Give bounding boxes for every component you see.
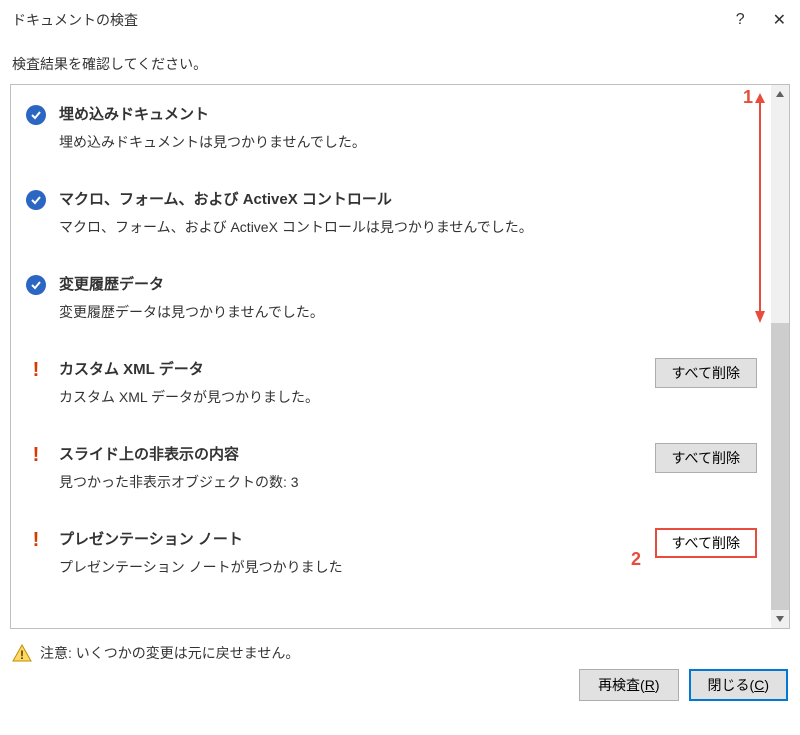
item-title: スライド上の非表示の内容 <box>59 443 625 464</box>
footer-buttons-row: 再検査(R) 閉じる(C) <box>0 663 800 701</box>
item-desc: 変更履歴データは見つかりませんでした。 <box>59 302 625 322</box>
item-title: 埋め込みドキュメント <box>59 103 625 124</box>
item-content: カスタム XML データ カスタム XML データが見つかりました。 <box>59 358 625 407</box>
item-action: すべて削除 <box>637 358 757 388</box>
svg-text:!: ! <box>20 648 24 662</box>
scroll-up-icon[interactable] <box>771 85 789 103</box>
warning-triangle-icon: ! <box>12 644 32 662</box>
item-title: マクロ、フォーム、および ActiveX コントロール <box>59 188 625 209</box>
item-content: 変更履歴データ 変更履歴データは見つかりませんでした。 <box>59 273 625 322</box>
item-action: すべて削除 <box>637 528 757 558</box>
remove-all-button[interactable]: すべて削除 <box>655 528 757 558</box>
annotation-marker: 2 <box>631 549 641 570</box>
warning-icon: ! <box>33 530 40 550</box>
item-desc: カスタム XML データが見つかりました。 <box>59 387 625 407</box>
scrollbar[interactable] <box>771 85 789 628</box>
remove-all-button[interactable]: すべて削除 <box>655 443 757 473</box>
title-controls: ? ✕ <box>736 10 786 30</box>
item-title: プレゼンテーション ノート <box>59 528 625 549</box>
close-icon[interactable]: ✕ <box>773 10 786 30</box>
scroll-down-icon[interactable] <box>771 610 789 628</box>
list-item: ! カスタム XML データ カスタム XML データが見つかりました。 すべて… <box>11 340 771 425</box>
close-button[interactable]: 閉じる(C) <box>689 669 788 701</box>
item-action: すべて削除 <box>637 443 757 473</box>
item-title: 変更履歴データ <box>59 273 625 294</box>
check-icon <box>26 190 46 210</box>
subtitle-text: 検査結果を確認してください。 <box>0 40 800 84</box>
results-frame: 埋め込みドキュメント 埋め込みドキュメントは見つかりませんでした。 マクロ、フォ… <box>10 84 790 629</box>
annotation-arrow-icon <box>755 93 765 323</box>
title-bar: ドキュメントの検査 ? ✕ <box>0 0 800 40</box>
dialog-title: ドキュメントの検査 <box>12 10 138 30</box>
item-content: 埋め込みドキュメント 埋め込みドキュメントは見つかりませんでした。 <box>59 103 625 152</box>
help-icon[interactable]: ? <box>736 11 745 29</box>
item-desc: 埋め込みドキュメントは見つかりませんでした。 <box>59 132 625 152</box>
status-icon-col: ! <box>25 443 47 465</box>
status-icon-col <box>25 188 47 210</box>
list-item: ! プレゼンテーション ノート プレゼンテーション ノートが見つかりました すべ… <box>11 510 771 595</box>
warning-icon: ! <box>33 360 40 380</box>
reinspect-button[interactable]: 再検査(R) <box>579 669 678 701</box>
item-title: カスタム XML データ <box>59 358 625 379</box>
check-icon <box>26 275 46 295</box>
item-desc: 見つかった非表示オブジェクトの数: 3 <box>59 472 625 492</box>
footer-warning: ! 注意: いくつかの変更は元に戻せません。 <box>12 643 299 663</box>
footer-buttons: 再検査(R) 閉じる(C) <box>579 669 788 701</box>
results-list: 埋め込みドキュメント 埋め込みドキュメントは見つかりませんでした。 マクロ、フォ… <box>11 85 771 628</box>
status-icon-col <box>25 103 47 125</box>
list-item: 埋め込みドキュメント 埋め込みドキュメントは見つかりませんでした。 <box>11 85 771 170</box>
item-content: スライド上の非表示の内容 見つかった非表示オブジェクトの数: 3 <box>59 443 625 492</box>
remove-all-button[interactable]: すべて削除 <box>655 358 757 388</box>
check-icon <box>26 105 46 125</box>
item-content: プレゼンテーション ノート プレゼンテーション ノートが見つかりました <box>59 528 625 577</box>
dialog-footer: ! 注意: いくつかの変更は元に戻せません。 <box>0 629 800 663</box>
scroll-thumb[interactable] <box>771 323 789 610</box>
status-icon-col: ! <box>25 528 47 550</box>
item-content: マクロ、フォーム、および ActiveX コントロール マクロ、フォーム、および… <box>59 188 625 237</box>
warning-icon: ! <box>33 445 40 465</box>
status-icon-col: ! <box>25 358 47 380</box>
item-desc: プレゼンテーション ノートが見つかりました <box>59 557 625 577</box>
status-icon-col <box>25 273 47 295</box>
footer-note-text: 注意: いくつかの変更は元に戻せません。 <box>40 643 299 663</box>
item-desc: マクロ、フォーム、および ActiveX コントロールは見つかりませんでした。 <box>59 217 625 237</box>
list-item: 変更履歴データ 変更履歴データは見つかりませんでした。 <box>11 255 771 340</box>
list-item: マクロ、フォーム、および ActiveX コントロール マクロ、フォーム、および… <box>11 170 771 255</box>
annotation-marker: 1 <box>743 87 753 108</box>
list-item: ! スライド上の非表示の内容 見つかった非表示オブジェクトの数: 3 すべて削除 <box>11 425 771 510</box>
